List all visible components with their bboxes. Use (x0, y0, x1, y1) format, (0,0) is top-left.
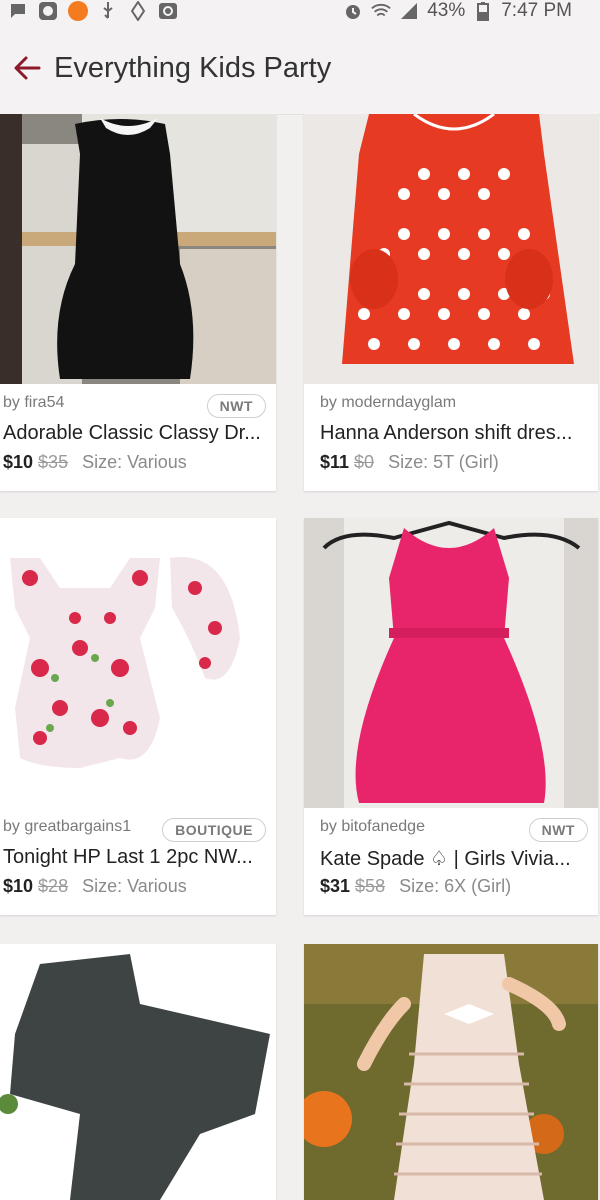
app-icon (38, 1, 58, 21)
original-price: $58 (355, 876, 386, 896)
listing-image[interactable] (0, 944, 276, 1200)
price: $11 (320, 452, 350, 472)
signal-icon (399, 1, 419, 21)
listing-title[interactable]: Adorable Classic Classy Dr... (3, 422, 271, 445)
seller-name[interactable]: by greatbargains1 (3, 818, 131, 836)
listing-card[interactable] (0, 944, 276, 1200)
listing-title[interactable]: Tonight HP Last 1 2pc NW... (3, 846, 271, 869)
condition-badge: NWT (528, 818, 588, 842)
wifi-icon (371, 1, 391, 21)
app-bar: Everything Kids Party (0, 22, 600, 115)
seller-name[interactable]: by fira54 (3, 394, 64, 412)
original-price: $28 (38, 876, 69, 896)
listing-title[interactable]: Hanna Anderson shift dres... (320, 422, 588, 445)
location-icon (128, 1, 148, 21)
listing-info: by greatbargains1 BOUTIQUE Tonight HP La… (0, 808, 276, 915)
seller-name[interactable]: by moderndayglam (320, 394, 456, 412)
battery-percent: 43% (427, 0, 466, 21)
price-row: $31 $58 Size: 6X (Girl) (320, 876, 511, 897)
listing-image[interactable] (0, 114, 276, 384)
price-row: $10 $28 Size: Various (3, 876, 187, 897)
back-button[interactable] (0, 22, 54, 114)
price: $10 (3, 452, 34, 472)
battery-icon (473, 1, 493, 21)
orange-notification-icon (68, 1, 88, 21)
status-bar: 43% 7:47 PM (0, 0, 600, 22)
original-price: $35 (38, 452, 69, 472)
listing-info: by bitofanedge NWT Kate Spade ♤ | Girls … (304, 808, 598, 915)
listing-info: by moderndayglam Hanna Anderson shift dr… (304, 384, 598, 491)
listing-card[interactable]: by greatbargains1 BOUTIQUE Tonight HP La… (0, 518, 276, 915)
price: $31 (320, 876, 351, 896)
original-price: $0 (354, 452, 375, 472)
back-arrow-icon (14, 56, 41, 80)
price: $10 (3, 876, 34, 896)
size-label: Size: 6X (Girl) (399, 876, 512, 896)
listing-title[interactable]: Kate Spade ♤ | Girls Vivia... (320, 846, 588, 871)
listing-grid: by fira54 NWT Adorable Classic Classy Dr… (0, 114, 600, 1200)
listing-card[interactable]: by fira54 NWT Adorable Classic Classy Dr… (0, 114, 276, 491)
listing-card[interactable] (304, 944, 598, 1200)
clock: 7:47 PM (501, 0, 572, 21)
sync-icon (158, 1, 178, 21)
usb-icon (98, 1, 118, 21)
size-label: Size: Various (82, 452, 187, 472)
size-label: Size: 5T (Girl) (388, 452, 499, 472)
listing-info: by fira54 NWT Adorable Classic Classy Dr… (0, 384, 276, 491)
alarm-icon (343, 1, 363, 21)
listing-card[interactable]: by moderndayglam Hanna Anderson shift dr… (304, 114, 598, 491)
price-row: $11 $0 Size: 5T (Girl) (320, 452, 499, 473)
status-right-icons: 43% 7:47 PM (343, 0, 600, 22)
listing-image[interactable] (304, 518, 598, 808)
listing-image[interactable] (304, 114, 598, 384)
listing-image[interactable] (304, 944, 598, 1200)
condition-badge: NWT (206, 394, 266, 418)
condition-badge: BOUTIQUE (162, 818, 266, 842)
size-label: Size: Various (82, 876, 187, 896)
chat-icon (8, 1, 28, 21)
listing-image[interactable] (0, 518, 276, 808)
price-row: $10 $35 Size: Various (3, 452, 187, 473)
page-title: Everything Kids Party (54, 51, 332, 84)
status-left-icons (0, 1, 178, 21)
seller-name[interactable]: by bitofanedge (320, 818, 425, 836)
listing-card[interactable]: by bitofanedge NWT Kate Spade ♤ | Girls … (304, 518, 598, 915)
